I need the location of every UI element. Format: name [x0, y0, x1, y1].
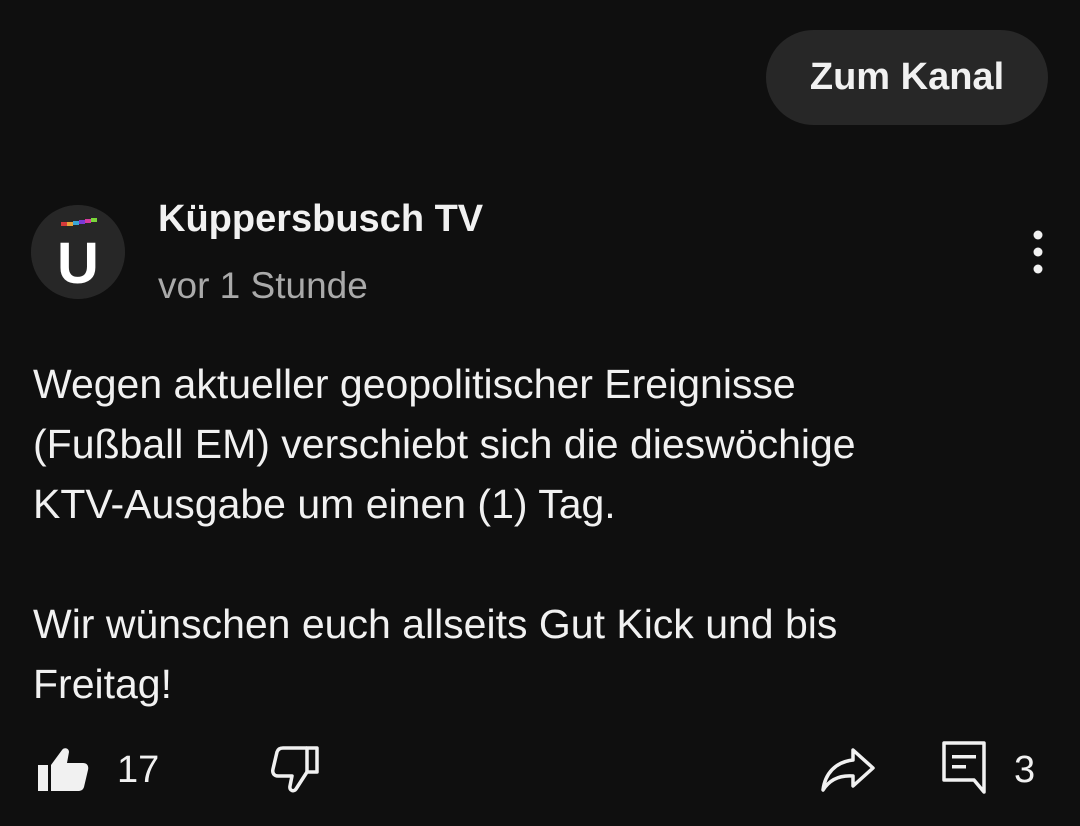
- thumbs-up-icon: [38, 748, 89, 791]
- post-line: (Fußball EM) verschiebt sich die dieswöc…: [33, 421, 856, 467]
- post-paragraph: Wir wünschen euch allseits Gut Kick und …: [33, 594, 1043, 714]
- post-line: KTV-Ausgabe um einen (1) Tag.: [33, 481, 616, 527]
- post-line: Freitag!: [33, 661, 172, 707]
- post-text: Wegen aktueller geopolitischer Ereigniss…: [33, 354, 1043, 714]
- thumbs-down-icon: [271, 746, 319, 793]
- post-timestamp: vor 1 Stunde: [158, 265, 368, 306]
- post-line: Wir wünschen euch allseits Gut Kick und …: [33, 601, 838, 647]
- more-options-button[interactable]: [1018, 226, 1058, 278]
- post-author[interactable]: Küppersbusch TV: [158, 198, 483, 241]
- like-count: 17: [117, 749, 160, 791]
- share-button[interactable]: [820, 746, 876, 792]
- post-line: Wegen aktueller geopolitischer Ereigniss…: [33, 361, 796, 407]
- post-paragraph: Wegen aktueller geopolitischer Ereigniss…: [33, 354, 1043, 534]
- like-button[interactable]: [36, 747, 90, 793]
- comment-icon: [942, 741, 986, 794]
- dislike-button[interactable]: [270, 745, 320, 793]
- comment-count: 3: [1014, 749, 1036, 791]
- more-vertical-icon: [1033, 230, 1043, 274]
- avatar-letter: U: [57, 231, 99, 296]
- channel-avatar[interactable]: U: [31, 205, 125, 299]
- channel-button[interactable]: Zum Kanal: [766, 30, 1048, 125]
- share-icon: [821, 748, 875, 792]
- channel-logo-icon: U: [31, 205, 125, 299]
- comments-button[interactable]: [941, 740, 987, 794]
